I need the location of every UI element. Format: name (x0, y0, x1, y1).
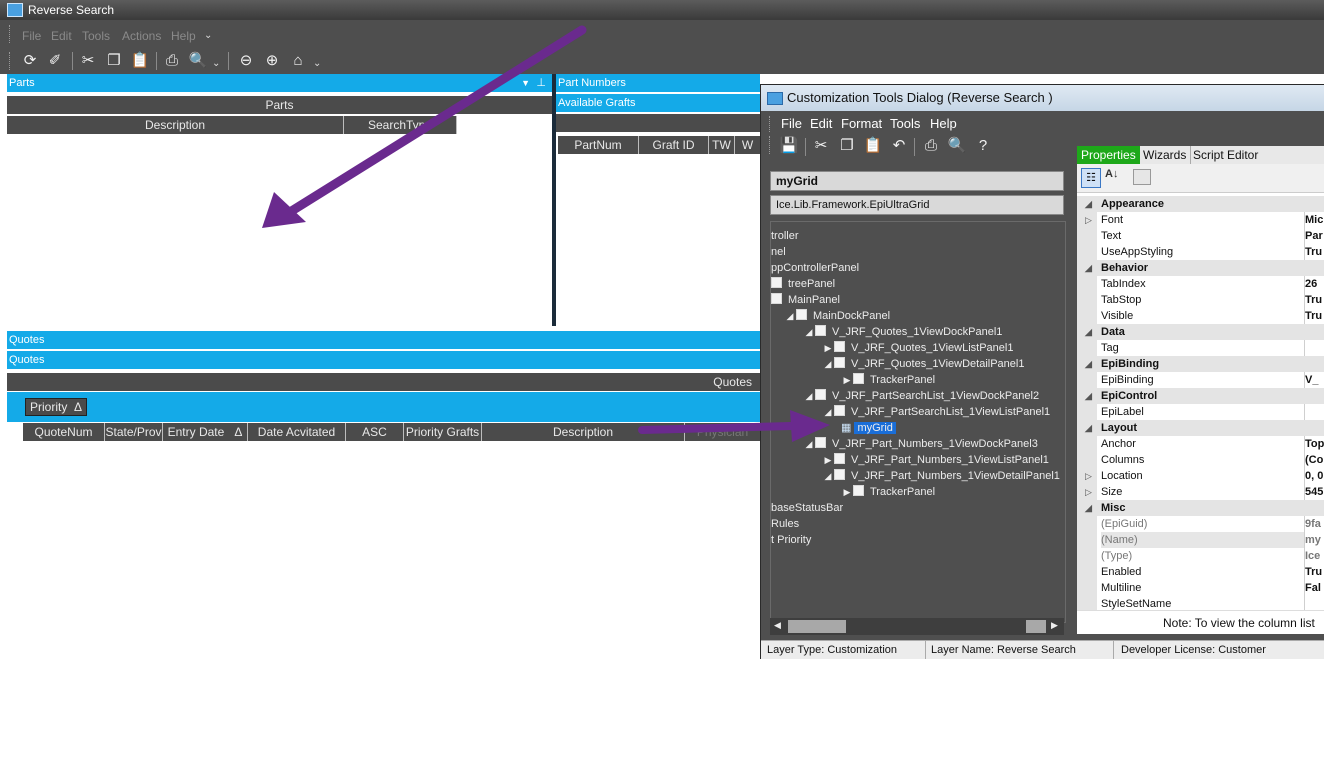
annotation-arrow-horizontal (638, 410, 830, 442)
annotation-arrow-diagonal (262, 25, 587, 228)
annotation-arrows (262, 25, 830, 442)
